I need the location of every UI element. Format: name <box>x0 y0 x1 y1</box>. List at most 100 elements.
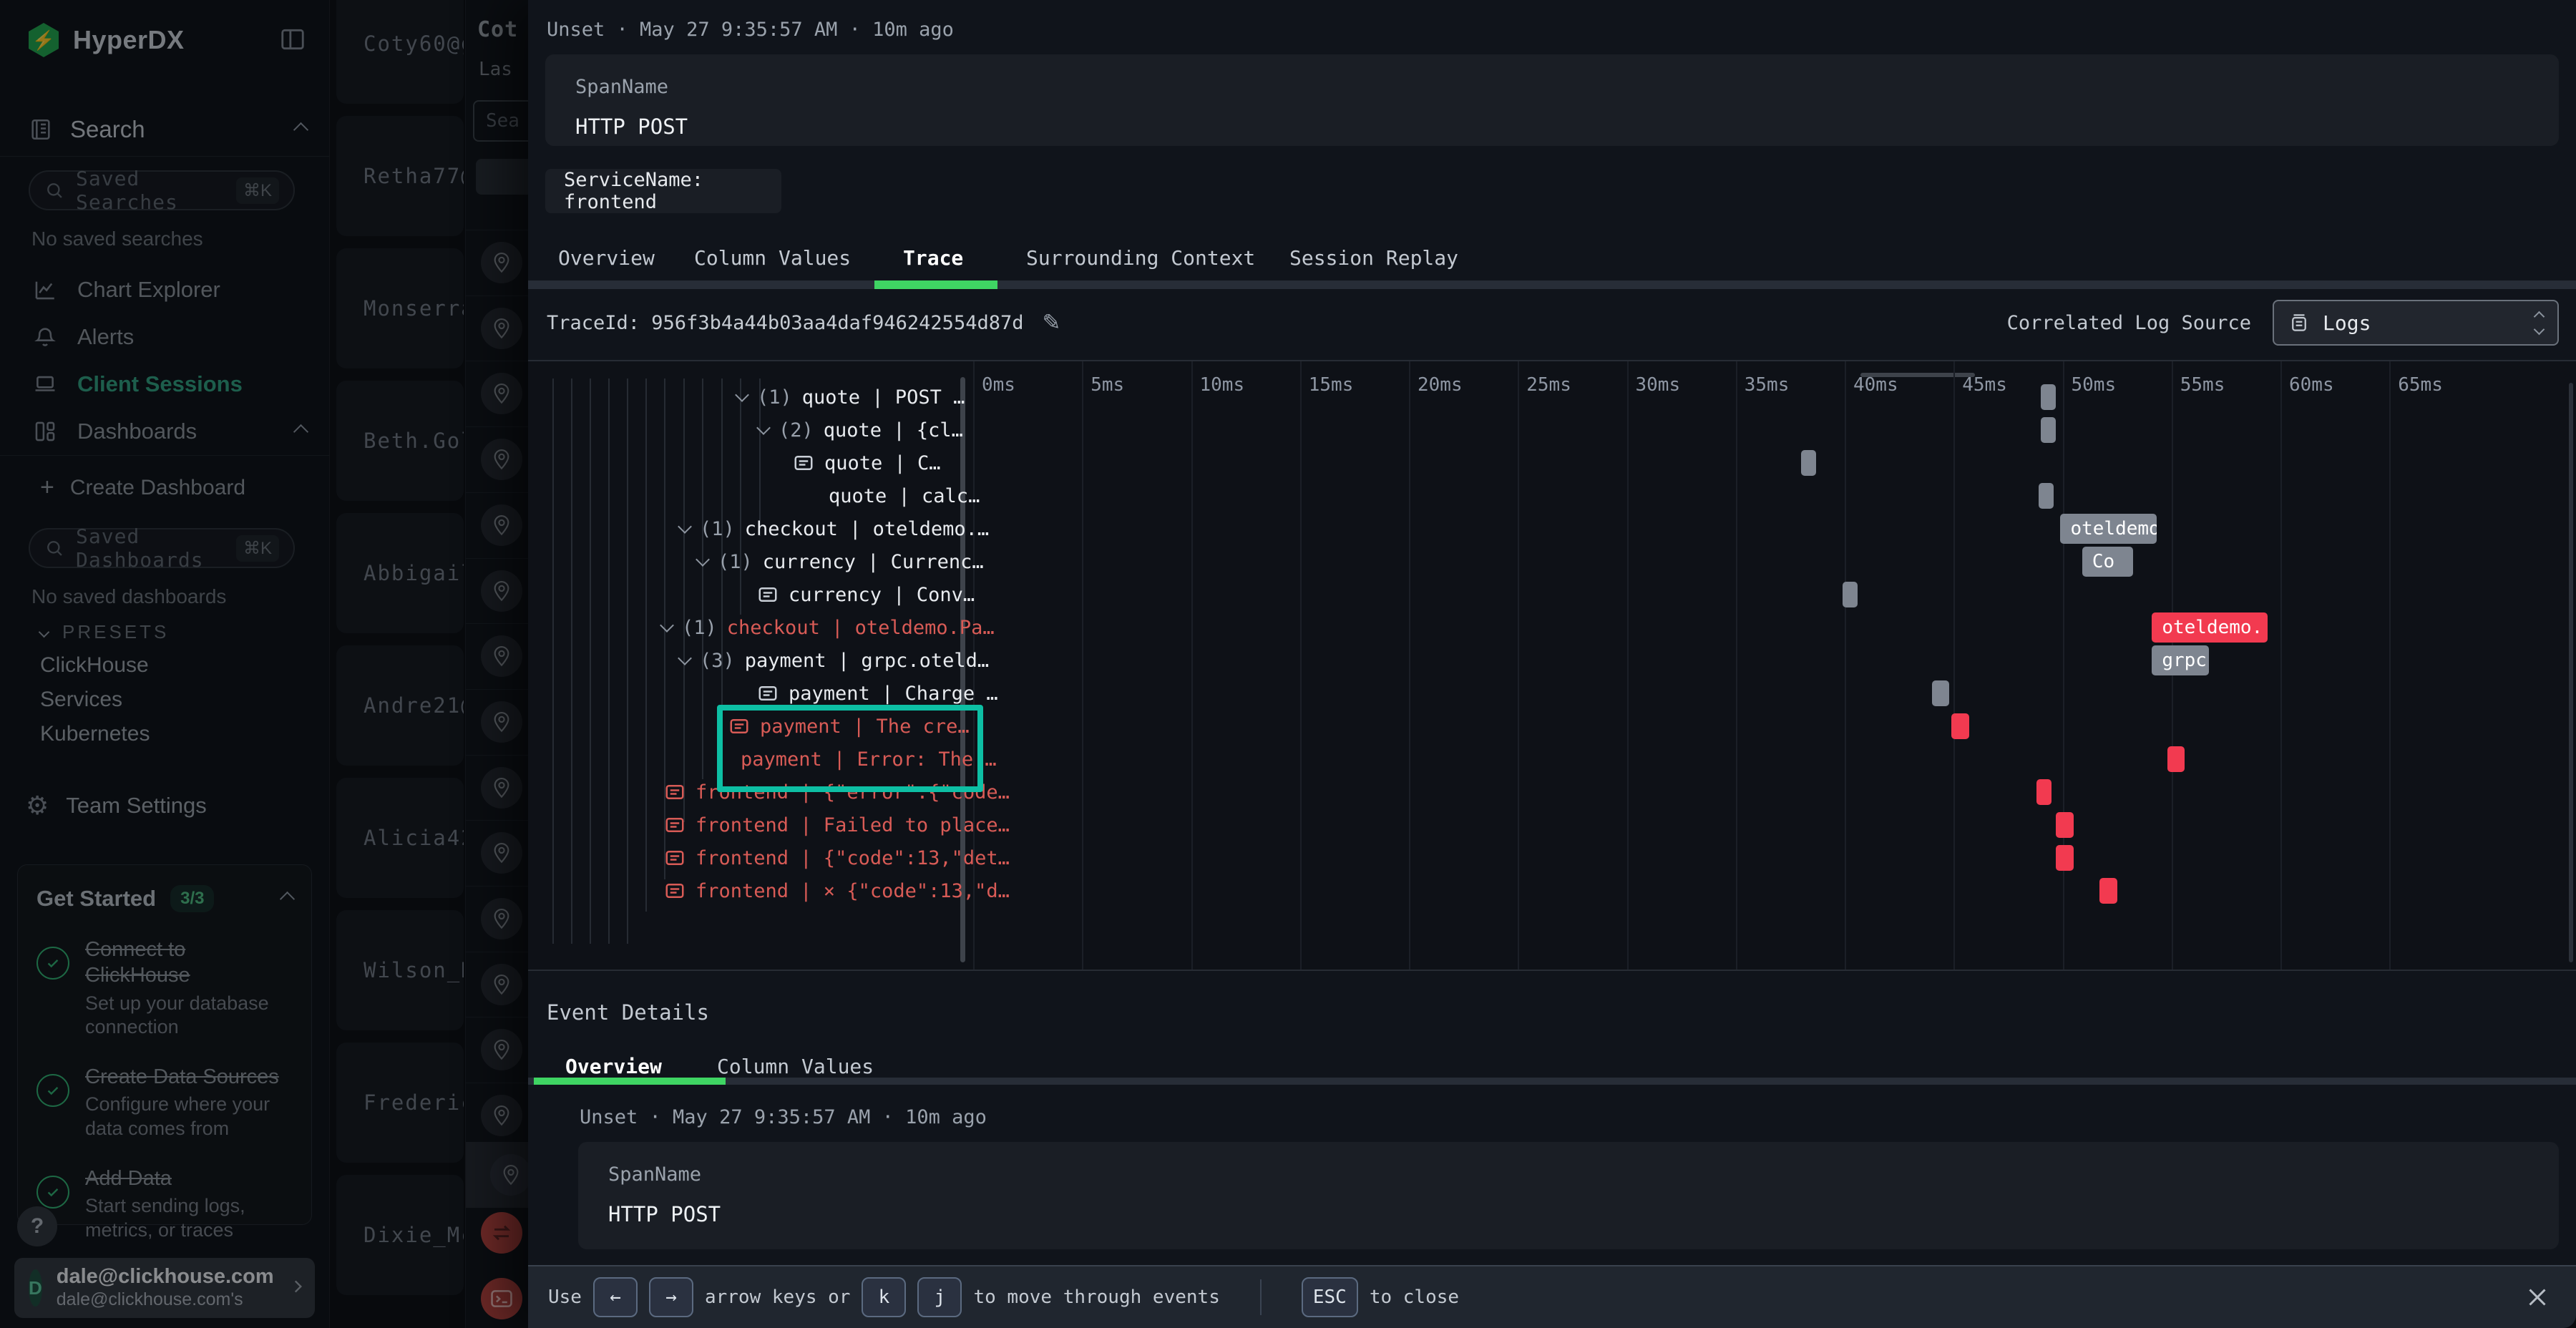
preset-kubernetes[interactable]: Kubernetes <box>40 717 150 751</box>
waterfall-right-scrollbar[interactable] <box>2569 383 2573 962</box>
location-pin-icon[interactable] <box>481 898 522 939</box>
location-pin-icon[interactable] <box>481 308 522 349</box>
location-pin-icon[interactable] <box>481 373 522 414</box>
span-duration-bar[interactable] <box>2041 384 2056 410</box>
log-source-select[interactable]: Logs <box>2273 300 2559 346</box>
span-duration-bar[interactable] <box>2167 746 2185 772</box>
session-card[interactable]: Alicia42 <box>336 778 464 898</box>
trace-tree-row[interactable]: (3)payment | grpc.oteld… <box>680 644 989 677</box>
arrow-right-key[interactable]: → <box>649 1277 693 1317</box>
location-pin-icon[interactable] <box>481 635 522 677</box>
span-duration-bar[interactable] <box>2099 878 2117 904</box>
location-pin-icon[interactable] <box>481 439 522 480</box>
user-menu[interactable]: D dale@clickhouse.com dale@clickhouse.co… <box>14 1258 315 1318</box>
span-duration-bar[interactable] <box>2039 483 2054 509</box>
trace-tree-row[interactable]: quote | calc… <box>829 479 980 512</box>
sidebar-item-alerts[interactable]: Alerts <box>0 313 329 361</box>
location-pin-icon[interactable] <box>481 570 522 612</box>
chevron-down-icon[interactable] <box>678 519 692 534</box>
tab-trace[interactable]: Trace <box>903 236 963 279</box>
chevron-down-icon[interactable] <box>756 421 771 435</box>
get-started-item[interactable]: Create Data SourcesConfigure where your … <box>36 1064 293 1141</box>
sidebar-item-client-sessions[interactable]: Client Sessions <box>0 361 329 408</box>
session-card[interactable]: Abbigail <box>336 513 464 633</box>
span-duration-bar[interactable] <box>1843 582 1858 607</box>
span-duration-bar[interactable]: oteldemo. <box>2152 612 2268 643</box>
chevron-down-icon[interactable] <box>696 552 710 567</box>
k-key[interactable]: k <box>862 1277 906 1317</box>
tab-session-replay[interactable]: Session Replay <box>1289 236 1458 279</box>
service-name-chip[interactable]: ServiceName: frontend <box>545 169 781 213</box>
help-button[interactable]: ? <box>17 1206 57 1246</box>
span-duration-bar[interactable]: grpc <box>2152 645 2209 675</box>
session-card[interactable]: Beth.Gol <box>336 381 464 501</box>
span-duration-bar[interactable] <box>1801 450 1816 476</box>
preset-services[interactable]: Services <box>40 683 150 717</box>
trace-tree-row[interactable]: (1)checkout | oteldemo.… <box>680 512 989 545</box>
selected-session-row[interactable] <box>466 1142 530 1208</box>
session-card[interactable]: Dixie_Mc <box>336 1175 464 1295</box>
trace-tree-row[interactable]: frontend | {"code":13,"det… <box>664 841 1010 874</box>
location-pin-icon[interactable] <box>481 964 522 1005</box>
span-duration-bar[interactable] <box>2041 417 2056 443</box>
trace-tree-row[interactable]: (1)checkout | oteldemo.Pa… <box>662 611 995 644</box>
tab-column-values[interactable]: Column Values <box>694 236 851 279</box>
preset-clickhouse[interactable]: ClickHouse <box>40 648 150 683</box>
brand[interactable]: ⚡ HyperDX <box>29 23 185 57</box>
create-dashboard-button[interactable]: + Create Dashboard <box>40 474 245 502</box>
span-duration-bar[interactable] <box>2036 779 2051 805</box>
session-card[interactable]: Monserra <box>336 248 464 368</box>
collapse-sidebar-icon[interactable] <box>279 26 306 53</box>
span-duration-bar[interactable] <box>1951 713 1968 739</box>
presets-header[interactable]: PRESETS <box>40 621 169 643</box>
span-duration-bar[interactable] <box>1932 680 1949 706</box>
location-pin-icon[interactable] <box>481 767 522 809</box>
saved-searches-input[interactable]: Saved Searches ⌘K <box>29 170 295 210</box>
sidebar-item-chart-explorer[interactable]: Chart Explorer <box>0 266 329 313</box>
chevron-down-icon[interactable] <box>735 388 749 402</box>
span-duration-bar[interactable] <box>2056 812 2073 838</box>
chevron-down-icon[interactable] <box>678 651 692 665</box>
get-started-item[interactable]: Add DataStart sending logs, metrics, or … <box>36 1166 293 1243</box>
trace-tree-row[interactable]: frontend | Failed to place… <box>664 809 1010 841</box>
j-key[interactable]: j <box>917 1277 962 1317</box>
span-duration-bar[interactable]: oteldemo. <box>2060 514 2157 544</box>
session-card[interactable]: Wilson_H <box>336 910 464 1030</box>
search-section-header[interactable]: Search <box>29 116 306 143</box>
team-settings-button[interactable]: ⚙ Team Settings <box>26 787 207 824</box>
trace-tree-row[interactable]: (2)quote | {cl… <box>758 414 963 446</box>
close-icon[interactable] <box>2524 1284 2550 1310</box>
session-filter-button[interactable] <box>476 159 530 195</box>
location-pin-icon[interactable] <box>481 832 522 874</box>
get-started-item[interactable]: Connect to ClickHouseSet up your databas… <box>36 937 293 1040</box>
esc-key[interactable]: ESC <box>1302 1277 1358 1317</box>
session-search-input[interactable]: Sea <box>473 100 530 142</box>
trace-tree-row[interactable]: currency | Conv… <box>757 578 975 611</box>
trace-tree-row[interactable]: quote | C… <box>793 446 941 479</box>
arrow-left-key[interactable]: ← <box>593 1277 638 1317</box>
trace-tree-row[interactable]: (1)quote | POST … <box>737 381 965 414</box>
chevron-down-icon[interactable] <box>660 618 674 633</box>
location-pin-icon[interactable] <box>481 701 522 743</box>
terminal-icon[interactable] <box>481 1278 522 1319</box>
saved-dashboards-input[interactable]: Saved Dashboards ⌘K <box>29 528 295 568</box>
tab-surrounding-context[interactable]: Surrounding Context <box>1026 236 1255 279</box>
location-pin-icon[interactable] <box>481 504 522 546</box>
location-pin-icon[interactable] <box>481 1095 522 1136</box>
trace-tree-row[interactable]: (1)currency | Currenc… <box>698 545 984 578</box>
session-card[interactable]: Coty60@g <box>336 0 464 104</box>
chevron-up-icon[interactable] <box>280 891 295 906</box>
span-duration-bar[interactable] <box>2056 845 2073 871</box>
trace-tree-row[interactable]: frontend | × {"code":13,"d… <box>664 874 1010 907</box>
location-pin-icon[interactable] <box>481 242 522 283</box>
edit-pencil-icon[interactable]: ✎ <box>1042 310 1060 336</box>
location-pin-icon[interactable] <box>481 1029 522 1070</box>
tab-overview[interactable]: Overview <box>558 236 655 279</box>
chevron-up-icon[interactable] <box>293 122 308 137</box>
session-card[interactable]: Retha77@ <box>336 116 464 236</box>
exchange-icon[interactable] <box>481 1212 522 1254</box>
span-duration-bar[interactable]: Co <box>2082 547 2133 577</box>
session-card[interactable]: Frederic <box>336 1043 464 1163</box>
sidebar-item-dashboards[interactable]: Dashboards <box>0 408 329 455</box>
session-card[interactable]: Andre21@ <box>336 645 464 766</box>
